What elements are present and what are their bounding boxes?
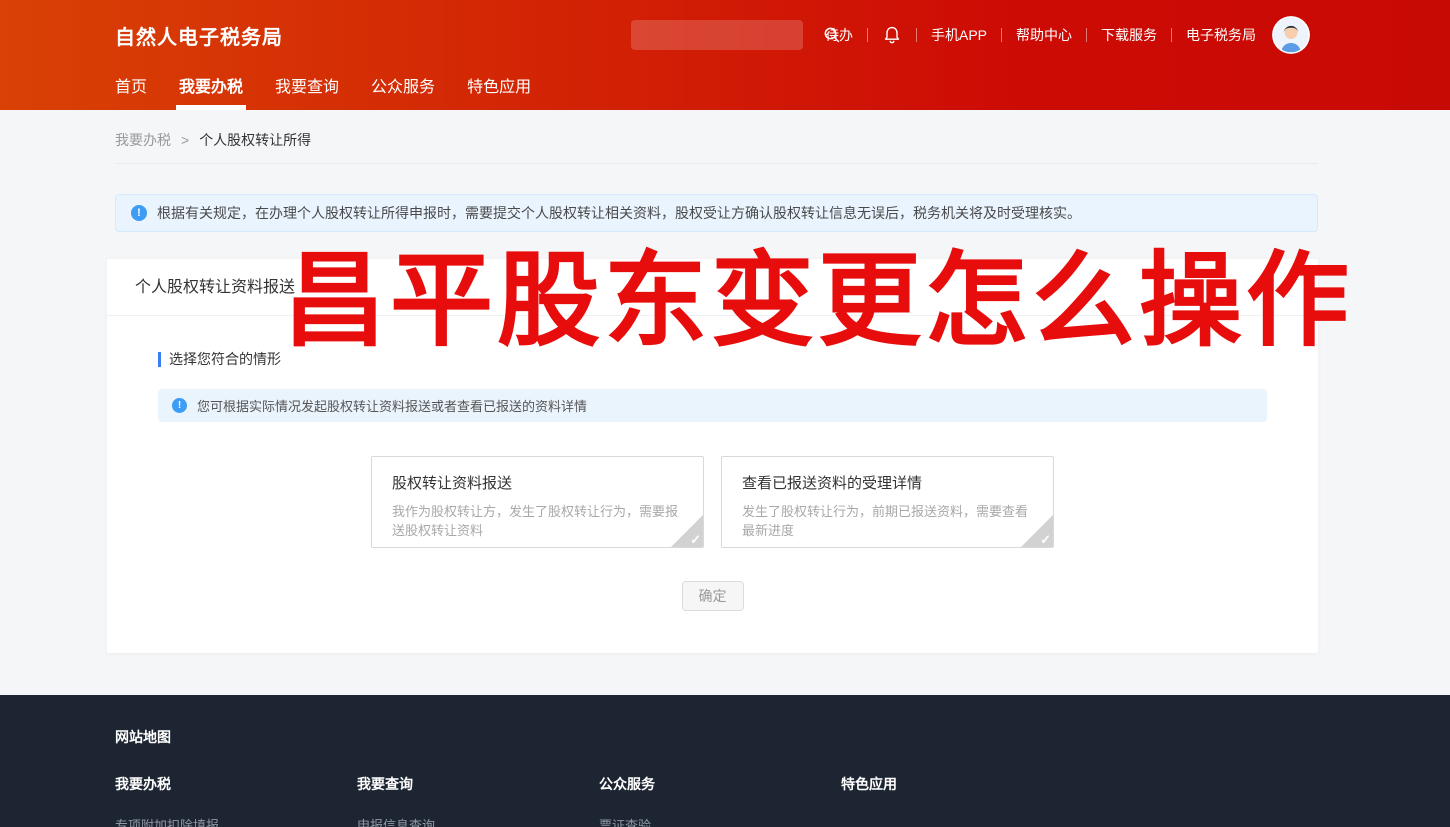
- nav-home[interactable]: 首页: [115, 70, 147, 110]
- option-title: 股权转让资料报送: [392, 472, 683, 493]
- divider: [1001, 28, 1002, 42]
- confirm-button[interactable]: 确定: [682, 581, 744, 611]
- main-nav: 首页 我要办税 我要查询 公众服务 特色应用: [0, 70, 1450, 110]
- search-box[interactable]: [631, 20, 803, 50]
- check-icon: ✓: [1040, 532, 1051, 548]
- avatar[interactable]: [1272, 16, 1310, 54]
- nav-query[interactable]: 我要查询: [275, 70, 339, 110]
- footer-link[interactable]: 票证查验: [599, 815, 841, 827]
- confirm-row: 确定: [131, 581, 1294, 611]
- help-center-link[interactable]: 帮助中心: [1016, 25, 1072, 45]
- mobile-app-link[interactable]: 手机APP: [931, 25, 987, 45]
- breadcrumb-separator: >: [181, 132, 189, 148]
- bell-icon[interactable]: [882, 25, 902, 45]
- section-bar: [158, 352, 161, 367]
- divider: [916, 28, 917, 42]
- tip-text: 您可根据实际情况发起股权转让资料报送或者查看已报送的资料详情: [197, 396, 587, 415]
- header-links: 待办 手机APP 帮助中心 下载服务 电子税务局: [825, 25, 1256, 45]
- footer-col-public-service: 公众服务 票证查验: [599, 774, 841, 827]
- info-icon: !: [131, 205, 147, 221]
- check-icon: ✓: [690, 532, 701, 548]
- footer-link[interactable]: 申报信息查询: [357, 815, 599, 827]
- nav-public-service[interactable]: 公众服务: [371, 70, 435, 110]
- footer-col-title: 公众服务: [599, 774, 841, 794]
- notice-alert: ! 根据有关规定，在办理个人股权转让所得申报时，需要提交个人股权转让相关资料，股…: [115, 194, 1318, 232]
- info-icon: !: [172, 398, 187, 413]
- header: 自然人电子税务局 待办 手机APP 帮助中心 下载服务 电子税务局: [0, 0, 1450, 110]
- header-top: 自然人电子税务局 待办 手机APP 帮助中心 下载服务 电子税务局: [0, 0, 1450, 70]
- search-input[interactable]: [631, 20, 823, 50]
- footer-link[interactable]: 专项附加扣除填报: [115, 815, 357, 827]
- main-card: 个人股权转让资料报送 选择您符合的情形 ! 您可根据实际情况发起股权转让资料报送…: [107, 259, 1318, 653]
- main-container: 我要办税 > 个人股权转让所得 ! 根据有关规定，在办理个人股权转让所得申报时，…: [115, 110, 1318, 653]
- download-service-link[interactable]: 下载服务: [1101, 25, 1157, 45]
- footer-col-title: 特色应用: [841, 774, 1083, 794]
- divider: [1171, 28, 1172, 42]
- nav-featured-apps[interactable]: 特色应用: [467, 70, 531, 110]
- option-title: 查看已报送资料的受理详情: [742, 472, 1033, 493]
- etax-bureau-link[interactable]: 电子税务局: [1186, 25, 1256, 45]
- tip-bar: ! 您可根据实际情况发起股权转让资料报送或者查看已报送的资料详情: [158, 389, 1267, 422]
- footer-sitemap-title: 网站地图: [115, 727, 1450, 747]
- section-heading-text: 选择您符合的情形: [169, 349, 281, 369]
- card-body: 选择您符合的情形 ! 您可根据实际情况发起股权转让资料报送或者查看已报送的资料详…: [107, 349, 1318, 611]
- footer-col-title: 我要办税: [115, 774, 357, 794]
- divider: [867, 28, 868, 42]
- footer-col-query: 我要查询 申报信息查询: [357, 774, 599, 827]
- footer-columns: 我要办税 专项附加扣除填报 我要查询 申报信息查询 公众服务 票证查验 特色应用: [115, 774, 1450, 827]
- section-heading: 选择您符合的情形: [158, 349, 1294, 369]
- footer-col-title: 我要查询: [357, 774, 599, 794]
- breadcrumb-current: 个人股权转让所得: [199, 130, 311, 150]
- breadcrumb-parent[interactable]: 我要办税: [115, 130, 171, 150]
- option-desc: 我作为股权转让方，发生了股权转让行为，需要报送股权转让资料: [392, 502, 683, 540]
- todo-link[interactable]: 待办: [825, 25, 853, 45]
- option-view-progress[interactable]: 查看已报送资料的受理详情 发生了股权转让行为，前期已报送资料，需要查看最新进度 …: [721, 456, 1054, 548]
- footer-col-tax-handle: 我要办税 专项附加扣除填报: [115, 774, 357, 827]
- footer: 网站地图 我要办税 专项附加扣除填报 我要查询 申报信息查询 公众服务 票证查验…: [0, 695, 1450, 827]
- card-title: 个人股权转让资料报送: [107, 259, 1318, 316]
- breadcrumb: 我要办税 > 个人股权转让所得: [115, 110, 1318, 164]
- footer-col-featured-apps: 特色应用: [841, 774, 1083, 827]
- site-logo: 自然人电子税务局: [115, 21, 283, 50]
- nav-tax-handle[interactable]: 我要办税: [179, 70, 243, 110]
- option-list: 股权转让资料报送 我作为股权转让方，发生了股权转让行为，需要报送股权转让资料 ✓…: [131, 456, 1294, 548]
- option-desc: 发生了股权转让行为，前期已报送资料，需要查看最新进度: [742, 502, 1033, 540]
- option-submit-materials[interactable]: 股权转让资料报送 我作为股权转让方，发生了股权转让行为，需要报送股权转让资料 ✓: [371, 456, 704, 548]
- notice-alert-text: 根据有关规定，在办理个人股权转让所得申报时，需要提交个人股权转让相关资料，股权受…: [157, 203, 1081, 223]
- divider: [1086, 28, 1087, 42]
